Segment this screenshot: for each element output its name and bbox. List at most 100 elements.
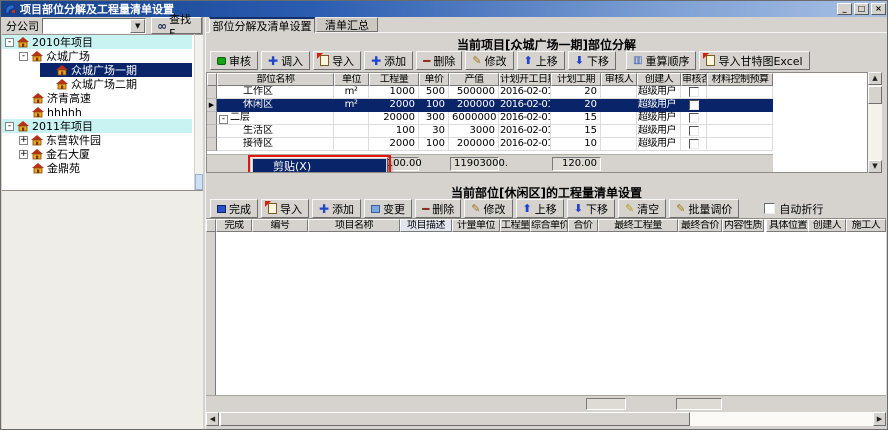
audited-checkbox[interactable] [689,87,699,97]
tree-item-zhongcheng-phase2[interactable]: 众城广场二期 [2,77,194,91]
expand-icon[interactable]: + [19,136,28,145]
maximize-button[interactable]: □ [854,3,869,15]
tree-item-label: hhhhh [47,106,82,119]
add-button[interactable]: ✚添加 [312,199,361,218]
col-planned-start: 计划开工日期 [499,73,551,86]
modify-label: 修改 [485,53,507,69]
batch-price-button[interactable]: ✎批量调价 [669,199,739,218]
minimize-button[interactable]: _ [837,3,852,15]
find-button[interactable]: ∞ 查找F [151,17,202,34]
tree-item-zhongcheng[interactable]: -众城广场 [2,49,194,63]
notepad-icon: ✎ [676,203,685,214]
title-bar: 项目部位分解及工程量清单设置 _ □ × [1,1,888,17]
hscrollbar-thumb[interactable] [220,412,690,426]
tree-item-label: 金鼎苑 [47,160,80,176]
house-icon [31,51,43,62]
tree-item-dongying[interactable]: +东营软件园 [2,133,194,147]
total-duration: 120.00 [552,157,601,171]
auto-wrap-checkbox[interactable] [764,203,775,214]
minus-icon: ━ [423,55,430,67]
part-name-cell: 休闲区 [217,99,334,112]
tree-scrollbar-thumb[interactable] [195,174,203,190]
move-up-label: 上移 [535,201,557,217]
blue-square-icon [217,205,226,213]
audited-checkbox[interactable] [689,100,699,110]
import-label: 导入 [280,201,302,217]
table-row[interactable]: -二层 20000 300 6000000 2016-02-01 15 超级用户 [207,112,773,125]
branch-combobox[interactable]: ▼ [42,18,146,34]
expand-icon[interactable]: + [19,150,28,159]
collapse-icon[interactable]: - [19,52,28,61]
boq-table: 完成 编号 项目名称 项目描述 计量单位 工程量 综合单价 合价 最终工程量 最… [206,218,886,412]
table-row[interactable]: 工作区 m² 1000 500 500000 2016-02-01 20 超级用… [207,86,773,99]
move-down-button[interactable]: ⬇下移 [568,51,616,70]
modify-button[interactable]: ✎修改 [464,199,512,218]
col-creator: 创建人 [637,73,681,86]
move-up-button[interactable]: ⬆上移 [516,199,564,218]
audit-button[interactable]: 审核 [210,51,258,70]
import-gantt-button[interactable]: 导入甘特图Excel [699,51,809,70]
add-label: 添加 [332,201,354,217]
collapse-icon[interactable]: - [5,122,14,131]
house-icon [32,93,44,104]
notepad-icon: ✎ [471,203,480,214]
binoculars-icon: ∞ [157,21,167,31]
collapse-icon[interactable]: - [5,38,14,47]
tab-summary[interactable]: 清单汇总 [316,17,378,32]
col-comp-price: 综合单价 [530,219,568,232]
tree-item-jinding[interactable]: 金鼎苑 [2,161,194,175]
table-row[interactable]: 接待区 2000 100 200000 2016-02-01 10 超级用户 [207,138,773,151]
audited-checkbox[interactable] [689,126,699,136]
row-selector-gutter [206,232,216,397]
bottom-toolbar: 完成 导入 ✚添加 变更 ━删除 ✎修改 ⬆上移 ⬇下移 ✎清空 ✎批量调价 自… [210,199,823,218]
close-button[interactable]: × [871,3,886,15]
table-row[interactable]: 生活区 100 30 3000 2016-02-01 15 超级用户 [207,125,773,138]
boq-hscrollbar[interactable]: ◀ ▶ [206,412,886,426]
tree-scrollbar[interactable] [195,34,203,190]
plus-icon: ✚ [319,203,329,215]
clear-button[interactable]: ✎清空 [618,199,666,218]
collapse-icon[interactable]: - [219,115,228,124]
scroll-right-icon[interactable]: ▶ [873,412,886,426]
clear-label: 清空 [637,201,659,217]
move-up-button[interactable]: ⬆上移 [517,51,565,70]
move-down-button[interactable]: ⬇下移 [567,199,615,218]
tab-decomposition[interactable]: 部位分解及清单设置 [209,17,315,33]
delete-button[interactable]: ━删除 [415,199,461,218]
table-row-selected[interactable]: ▶ 休闲区 m² 2000 100 200000 2016-02-01 20 超… [207,99,773,112]
chevron-down-icon[interactable]: ▼ [130,19,145,33]
change-label: 变更 [383,201,405,217]
tree-item-2010[interactable]: -2010年项目 [2,35,194,49]
tree-item-2011[interactable]: -2011年项目 [2,119,194,133]
finish-button[interactable]: 完成 [210,199,258,218]
import-button[interactable]: 导入 [261,199,309,218]
vscrollbar-thumb[interactable] [868,86,882,104]
change-button[interactable]: 变更 [364,199,412,218]
col-part-name: 部位名称 [217,73,334,86]
tree-item-jinshi[interactable]: +金石大厦 [2,147,194,161]
parts-table-vscrollbar[interactable]: ▲ ▼ [868,72,882,173]
delete-button[interactable]: ━删除 [416,51,462,70]
batch-price-label: 批量调价 [688,201,732,217]
delete-label: 删除 [433,53,455,69]
modify-button[interactable]: ✎修改 [465,51,513,70]
total-output-value: 11903000. [450,157,499,171]
add-button[interactable]: ✚添加 [364,51,413,70]
audited-checkbox[interactable] [689,113,699,123]
scroll-up-icon[interactable]: ▲ [868,72,882,85]
tree-item-zhongcheng-phase1[interactable]: 众城广场一期 [2,63,194,77]
parts-table: 部位名称 单位 工程量 单价 产值 计划开工日期 计划工期 审核人 创建人 审核… [206,72,868,173]
import-button[interactable]: 导入 [313,51,361,70]
col-location: 具体位置 [766,219,810,232]
audited-checkbox[interactable] [689,139,699,149]
recalc-order-button[interactable]: ▥重算顺序 [626,51,696,70]
window-title: 项目部位分解及工程量清单设置 [20,1,174,17]
right-panel: 部位分解及清单设置 清单汇总 当前项目[众城广场一期]部位分解 审核 ✚调入 导… [205,17,887,429]
pull-in-button[interactable]: ✚调入 [261,51,310,70]
scroll-down-icon[interactable]: ▼ [868,160,882,173]
scroll-left-icon[interactable]: ◀ [206,412,219,426]
tree-item-jiqing[interactable]: 济青高速 [2,91,194,105]
col-final-quantity: 最终工程量 [598,219,678,232]
tree-item-hhhhh[interactable]: hhhhh [2,105,194,119]
col-code: 编号 [252,219,308,232]
